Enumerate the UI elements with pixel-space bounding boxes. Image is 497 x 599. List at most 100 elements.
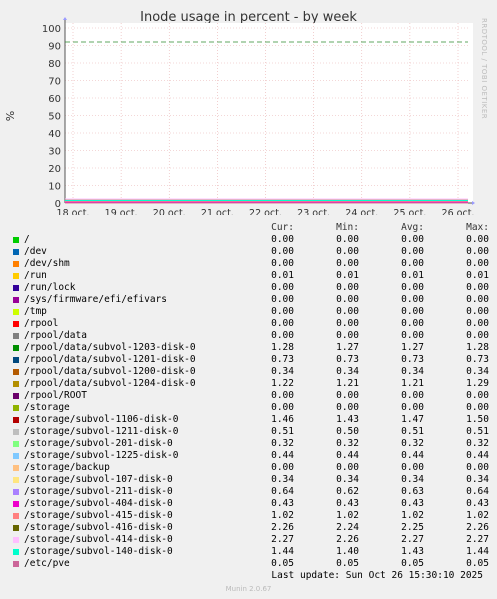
legend-avg-value: 0.32 bbox=[401, 438, 424, 449]
legend-cur-value: 0.34 bbox=[271, 366, 294, 377]
legend-max-value: 0.34 bbox=[466, 366, 489, 377]
legend-avg-value: 0.00 bbox=[401, 234, 424, 245]
legend-series-name: /storage/subvol-140-disk-0 bbox=[24, 546, 173, 557]
legend-series-name: /storage/subvol-1106-disk-0 bbox=[24, 414, 179, 425]
legend-min-value: 0.00 bbox=[336, 402, 359, 413]
legend-series-name: /storage/subvol-416-disk-0 bbox=[24, 522, 173, 533]
legend-avg-value: 0.51 bbox=[401, 426, 424, 437]
legend-series-name: /storage/subvol-404-disk-0 bbox=[24, 498, 173, 509]
legend-avg-value: 0.00 bbox=[401, 402, 424, 413]
legend-swatch bbox=[13, 416, 19, 423]
legend-row: /run/lock 0.00 0.00 0.00 0.00 bbox=[11, 282, 489, 294]
legend-cur-value: 0.64 bbox=[271, 486, 294, 497]
legend-min-value: 0.00 bbox=[336, 330, 359, 341]
legend-swatch bbox=[13, 392, 19, 399]
legend-series-name: /rpool/data/subvol-1204-disk-0 bbox=[24, 378, 196, 389]
legend-avg-value: 0.00 bbox=[401, 318, 424, 329]
legend-row: /storage/subvol-404-disk-0 0.43 0.43 0.43 0.… bbox=[11, 498, 489, 510]
legend-cur-value: 0.05 bbox=[271, 558, 294, 569]
legend-avg-value: 1.02 bbox=[401, 510, 424, 521]
munin-version: Munin 2.0.67 bbox=[225, 585, 272, 593]
legend-swatch bbox=[13, 464, 19, 471]
legend-max-value: 1.28 bbox=[466, 342, 489, 353]
legend-swatch bbox=[13, 500, 19, 507]
legend-row: /rpool/data 0.00 0.00 0.00 0.00 bbox=[11, 330, 489, 342]
legend-avg-value: 0.63 bbox=[401, 486, 424, 497]
legend-swatch bbox=[13, 296, 19, 303]
legend-max-value: 0.00 bbox=[466, 390, 489, 401]
legend-avg-value: 0.43 bbox=[401, 498, 424, 509]
legend-max-value: 0.05 bbox=[466, 558, 489, 569]
legend-cur-value: 0.00 bbox=[271, 294, 294, 305]
legend-min-value: 1.02 bbox=[336, 510, 359, 521]
legend-series-name: /storage/subvol-201-disk-0 bbox=[24, 438, 173, 449]
legend-series-name: /storage/subvol-1225-disk-0 bbox=[24, 450, 179, 461]
legend-max-value: 1.02 bbox=[466, 510, 489, 521]
legend-cur-value: 2.27 bbox=[271, 534, 294, 545]
legend-row: /run 0.01 0.01 0.01 0.01 bbox=[11, 270, 489, 282]
legend-swatch bbox=[13, 536, 19, 543]
legend-min-value: 0.73 bbox=[336, 354, 359, 365]
col-max: Max: bbox=[466, 222, 489, 233]
legend-max-value: 0.00 bbox=[466, 294, 489, 305]
legend-min-value: 0.62 bbox=[336, 486, 359, 497]
legend-max-value: 0.73 bbox=[466, 354, 489, 365]
legend-cur-value: 0.51 bbox=[271, 426, 294, 437]
y-tick-label: 90 bbox=[48, 42, 61, 53]
col-avg: Avg: bbox=[401, 222, 424, 233]
legend-max-value: 1.44 bbox=[466, 546, 489, 557]
legend-max-value: 0.01 bbox=[466, 270, 489, 281]
legend-cur-value: 0.00 bbox=[271, 402, 294, 413]
x-tick-label: 24 oct. bbox=[345, 208, 378, 215]
legend-row: /dev 0.00 0.00 0.00 0.00 bbox=[11, 246, 489, 258]
legend-swatch bbox=[13, 236, 19, 243]
legend-min-value: 0.00 bbox=[336, 462, 359, 473]
legend-swatch bbox=[13, 332, 19, 339]
legend-swatch bbox=[13, 512, 19, 519]
legend-min-value: 0.34 bbox=[336, 366, 359, 377]
legend-max-value: 1.29 bbox=[466, 378, 489, 389]
legend-max-value: 0.00 bbox=[466, 402, 489, 413]
legend-swatch bbox=[13, 452, 19, 459]
legend-series-name: /rpool/data bbox=[24, 330, 87, 341]
legend-series-name: /run bbox=[24, 270, 47, 281]
legend-cur-value: 0.73 bbox=[271, 354, 294, 365]
legend-swatch bbox=[13, 272, 19, 279]
legend-row: /storage/subvol-1211-disk-0 0.51 0.50 0.51 0… bbox=[11, 426, 489, 438]
legend-header-row: Cur: Min: Avg: Max: bbox=[11, 222, 489, 234]
legend-max-value: 0.00 bbox=[466, 318, 489, 329]
legend-row: /storage/subvol-1106-disk-0 1.46 1.43 1.47 1… bbox=[11, 414, 489, 426]
legend-max-value: 0.00 bbox=[466, 258, 489, 269]
legend-min-value: 0.00 bbox=[336, 234, 359, 245]
x-tick-label: 20 oct. bbox=[153, 208, 186, 215]
legend-cur-value: 0.00 bbox=[271, 462, 294, 473]
legend-avg-value: 0.00 bbox=[401, 258, 424, 269]
y-tick-label: 10 bbox=[48, 182, 61, 193]
legend-avg-value: 1.43 bbox=[401, 546, 424, 557]
legend-row: /rpool 0.00 0.00 0.00 0.00 bbox=[11, 318, 489, 330]
legend-row: /storage/subvol-140-disk-0 1.44 1.40 1.43 1.… bbox=[11, 546, 489, 558]
legend-series-name: /storage/subvol-414-disk-0 bbox=[24, 534, 173, 545]
legend-max-value: 0.00 bbox=[466, 462, 489, 473]
legend-avg-value: 0.00 bbox=[401, 330, 424, 341]
legend-swatch bbox=[13, 368, 19, 375]
legend-min-value: 0.32 bbox=[336, 438, 359, 449]
y-tick-label: 70 bbox=[48, 77, 61, 88]
legend-row: /storage/subvol-1225-disk-0 0.44 0.44 0.44 0… bbox=[11, 450, 489, 462]
legend-cur-value: 2.26 bbox=[271, 522, 294, 533]
legend-row: /rpool/ROOT 0.00 0.00 0.00 0.00 bbox=[11, 390, 489, 402]
legend-swatch bbox=[13, 260, 19, 267]
legend-min-value: 0.00 bbox=[336, 258, 359, 269]
last-update: Last update: Sun Oct 26 15:30:10 2025 bbox=[271, 570, 483, 581]
legend-swatch bbox=[13, 380, 19, 387]
legend-series-name: /storage/subvol-211-disk-0 bbox=[24, 486, 173, 497]
col-cur: Cur: bbox=[271, 222, 294, 233]
y-tick-label: 80 bbox=[48, 59, 61, 70]
legend-series-name: /rpool/ROOT bbox=[24, 390, 87, 401]
legend-max-value: 0.00 bbox=[466, 234, 489, 245]
x-axis-arrow bbox=[472, 201, 475, 205]
legend-cur-value: 0.34 bbox=[271, 474, 294, 485]
legend-row: /rpool/data/subvol-1200-disk-0 0.34 0.34 0.… bbox=[11, 366, 489, 378]
legend-cur-value: 0.00 bbox=[271, 306, 294, 317]
legend-max-value: 0.43 bbox=[466, 498, 489, 509]
